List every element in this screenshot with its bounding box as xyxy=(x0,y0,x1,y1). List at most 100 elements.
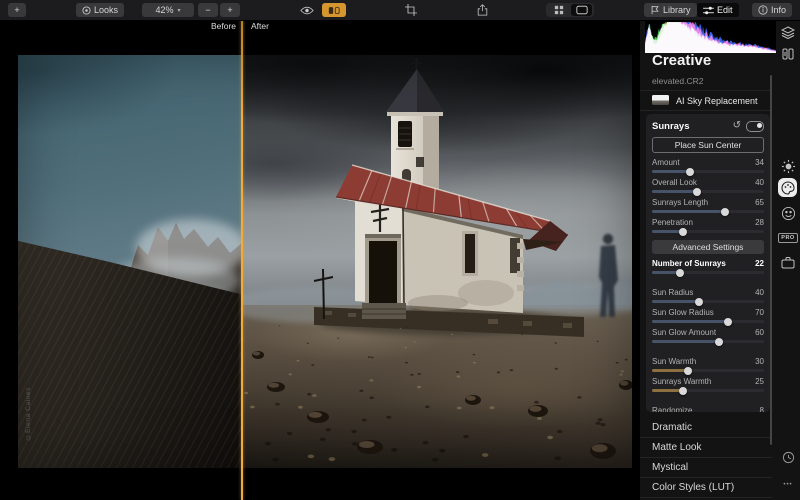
looks-icon xyxy=(82,5,91,15)
photographer-watermark: ©Elena Caines xyxy=(25,386,32,440)
slider-sun-glow-amount[interactable]: Sun Glow Amount 60 xyxy=(652,328,764,346)
info-button[interactable]: Info xyxy=(752,3,793,17)
looks-button[interactable]: Looks xyxy=(76,3,125,17)
slider-track[interactable] xyxy=(652,268,764,277)
slider-track[interactable] xyxy=(652,227,764,236)
slider-track[interactable] xyxy=(652,386,764,395)
slider-knob[interactable] xyxy=(683,366,692,375)
slider-value: 25 xyxy=(755,377,764,386)
history-button[interactable] xyxy=(776,448,800,466)
slider-overall-look[interactable]: Overall Look 40 xyxy=(652,178,764,196)
single-image-icon xyxy=(575,5,588,15)
slider-track[interactable] xyxy=(652,366,764,375)
after-label: After xyxy=(251,21,269,31)
place-sun-center-button[interactable]: Place Sun Center xyxy=(652,137,764,153)
compare-toggle-button[interactable] xyxy=(322,3,346,17)
ai-sky-thumbnail xyxy=(652,95,669,105)
preview-eye-button[interactable] xyxy=(297,3,317,17)
compare-divider-handle[interactable] xyxy=(241,19,243,500)
creative-tab-active[interactable] xyxy=(778,178,797,197)
tool-title: Sunrays xyxy=(652,120,690,132)
view-grid-button[interactable] xyxy=(548,4,569,16)
professional-tab[interactable]: PRO xyxy=(776,229,800,247)
slider-number-of-sunrays[interactable]: Number of Sunrays 22 xyxy=(652,259,764,277)
reset-icon[interactable]: ↺ xyxy=(733,121,741,131)
toolbox-tab[interactable] xyxy=(776,253,800,271)
slider-knob[interactable] xyxy=(720,207,729,216)
slider-value: 60 xyxy=(755,328,764,337)
portrait-tab[interactable] xyxy=(776,204,800,222)
add-button[interactable]: + xyxy=(8,3,26,17)
slider-amount[interactable]: Amount 34 xyxy=(652,158,764,176)
toolbar: + Looks 42% ▾ − + Library Edit Info xyxy=(0,0,800,21)
slider-track[interactable] xyxy=(652,297,764,306)
section-color-styles-lut[interactable]: Color Styles (LUT) xyxy=(640,477,772,497)
advanced-settings-button[interactable]: Advanced Settings xyxy=(652,240,764,254)
zoom-level-button[interactable]: 42% ▾ xyxy=(142,3,194,17)
filename: elevated.CR2 xyxy=(652,76,704,86)
library-button[interactable]: Library xyxy=(644,3,697,17)
slider-sun-warmth[interactable]: Sun Warmth 30 xyxy=(652,357,764,375)
slider-track[interactable] xyxy=(652,337,764,346)
sun-icon xyxy=(781,159,795,173)
slider-sun-glow-radius[interactable]: Sun Glow Radius 70 xyxy=(652,308,764,326)
view-single-button[interactable] xyxy=(571,4,592,16)
section-label: Dramatic xyxy=(652,422,693,433)
slider-knob[interactable] xyxy=(695,297,704,306)
clock-icon xyxy=(782,451,794,463)
slider-value: 70 xyxy=(755,308,764,317)
slider-track[interactable] xyxy=(652,207,764,216)
slider-knob[interactable] xyxy=(724,317,733,326)
slider-knob[interactable] xyxy=(679,386,688,395)
compare-pages-button[interactable] xyxy=(776,45,800,63)
section-mystical[interactable]: Mystical xyxy=(640,457,772,477)
before-label: Before xyxy=(210,21,236,31)
section-label: Matte Look xyxy=(652,442,702,453)
slider-label: Randomize xyxy=(652,406,693,412)
briefcase-icon xyxy=(781,256,795,268)
layers-button[interactable] xyxy=(776,23,800,41)
essentials-tab[interactable] xyxy=(776,157,800,175)
zoom-in-button[interactable]: + xyxy=(220,3,240,17)
slider-sun-radius[interactable]: Sun Radius 40 xyxy=(652,288,764,306)
slider-label: Penetration xyxy=(652,218,693,227)
ellipsis-icon: ••• xyxy=(783,482,793,488)
crop-icon xyxy=(405,4,417,16)
photo-canvas: ©Elena Caines xyxy=(18,55,632,468)
zoom-out-button[interactable]: − xyxy=(198,3,218,17)
slider-knob[interactable] xyxy=(676,268,684,277)
compare-labels: Before After xyxy=(0,20,640,32)
panel-title: Creative xyxy=(652,52,712,69)
slider-knob[interactable] xyxy=(692,187,701,196)
slider-track[interactable] xyxy=(652,317,764,326)
sidebar-item-ai-sky-replacement[interactable]: AI Sky Replacement xyxy=(640,90,772,111)
slider-track[interactable] xyxy=(652,167,764,176)
panel-scrollbar[interactable] xyxy=(770,75,772,445)
share-button[interactable] xyxy=(473,3,491,17)
slider-penetration[interactable]: Penetration 28 xyxy=(652,218,764,236)
slider-sunrays-warmth[interactable]: Sunrays Warmth 25 xyxy=(652,377,764,395)
slider-fill xyxy=(652,320,729,323)
histogram xyxy=(645,20,776,53)
slider-track[interactable] xyxy=(652,187,764,196)
slider-knob[interactable] xyxy=(686,167,695,176)
filter-sections: Dramatic Matte Look Mystical Color Styles (… xyxy=(640,418,772,500)
edit-button[interactable]: Edit xyxy=(697,3,739,17)
section-dramatic[interactable]: Dramatic xyxy=(640,418,772,437)
smiley-face-icon xyxy=(781,206,795,220)
before-pane: ©Elena Caines xyxy=(18,55,242,468)
edit-sidebar: Creative elevated.CR2 AI Sky Replacement… xyxy=(640,20,800,500)
slider-sunrays-length[interactable]: Sunrays Length 65 xyxy=(652,198,764,216)
slider-value: 28 xyxy=(755,218,764,227)
slider-knob[interactable] xyxy=(679,227,688,236)
section-label: Color Styles (LUT) xyxy=(652,482,735,493)
more-options-button[interactable]: ••• xyxy=(776,476,800,494)
slider-randomize[interactable]: Randomize 8 xyxy=(652,406,764,412)
slider-value: 40 xyxy=(755,178,764,187)
sunrays-toggle[interactable] xyxy=(746,120,764,132)
section-matte-look[interactable]: Matte Look xyxy=(640,437,772,457)
pro-icon: PRO xyxy=(778,233,798,243)
info-icon xyxy=(758,5,768,15)
crop-button[interactable] xyxy=(402,3,420,17)
slider-knob[interactable] xyxy=(715,337,724,346)
